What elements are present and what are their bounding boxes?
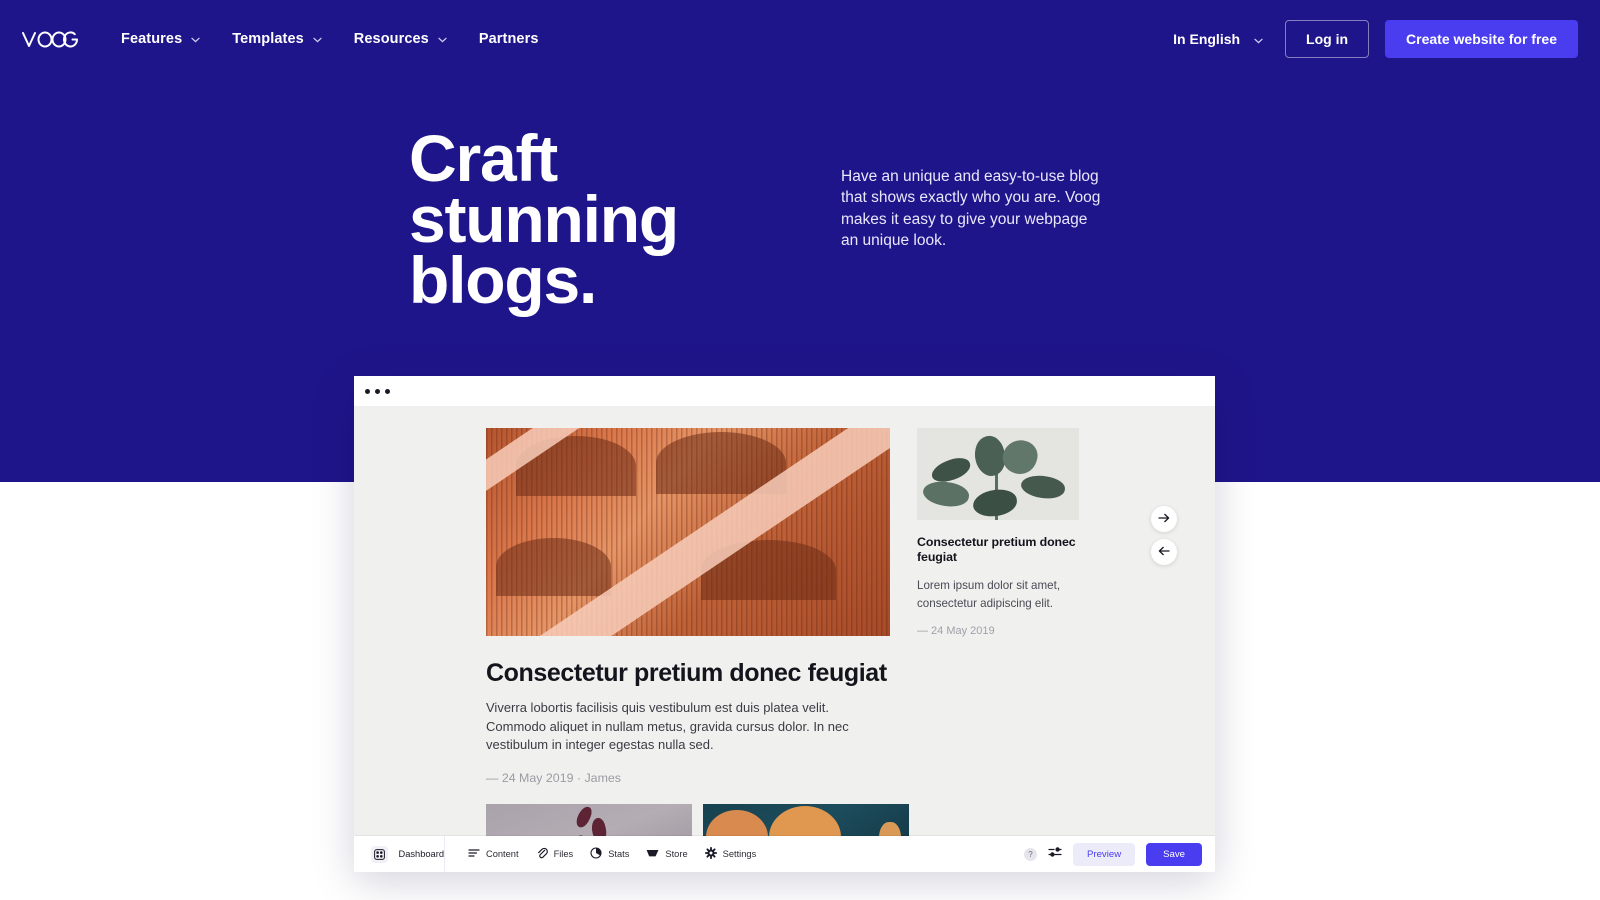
- decorative-arch: [496, 538, 611, 596]
- lines-content-icon: [468, 848, 480, 860]
- chevron-down-icon: [438, 30, 447, 48]
- toolbar-item-content[interactable]: Content: [468, 848, 519, 860]
- featured-post-meta: — 24 May 2019 · James: [486, 770, 621, 785]
- nav-item-partners[interactable]: Partners: [463, 31, 555, 47]
- admin-tool-items: Content Files Stats Store Settings: [445, 847, 756, 861]
- nav-item-features[interactable]: Features: [105, 30, 216, 48]
- nav-item-label: Partners: [478, 31, 539, 47]
- language-selector-label: In English: [1173, 31, 1241, 47]
- nav-item-label: Resources: [353, 31, 429, 47]
- nav-item-templates[interactable]: Templates: [216, 30, 338, 48]
- toolbar-item-settings[interactable]: Settings: [704, 847, 757, 861]
- nav-item-label: Templates: [232, 31, 304, 47]
- arrow-right-icon: [1158, 510, 1170, 528]
- gear-settings-icon: [704, 847, 717, 861]
- admin-toolbar: Dashboard Content Files Stats Store Sett…: [354, 836, 1215, 872]
- preview-button[interactable]: Preview: [1073, 842, 1136, 866]
- save-button[interactable]: Save: [1146, 842, 1202, 866]
- plant-leaf: [998, 435, 1042, 479]
- nav-item-resources[interactable]: Resources: [338, 30, 463, 48]
- toolbar-item-label: Store: [665, 849, 688, 859]
- sidebar-post-title: Consectetur pretium donec feugiat: [917, 535, 1076, 564]
- toolbar-item-label: Files: [553, 849, 574, 859]
- chevron-down-icon: [191, 30, 200, 48]
- login-button[interactable]: Log in: [1285, 20, 1370, 58]
- plant-leaf: [921, 478, 971, 510]
- featured-post-image: [486, 428, 890, 636]
- featured-post-excerpt: Viverra lobortis facilisis quis vestibul…: [486, 700, 849, 753]
- hero-headline: Craft stunning blogs.: [409, 121, 679, 317]
- hero-subtitle: Have an unique and easy-to-use blog that…: [841, 168, 1101, 250]
- chevron-down-icon: [313, 30, 322, 48]
- question-mark-icon[interactable]: ?: [1024, 847, 1037, 861]
- featured-post[interactable]: Consectetur pretium donec feugiat Viverr…: [486, 428, 890, 785]
- featured-post-title: Consectetur pretium donec feugiat: [486, 659, 887, 687]
- blog-preview-canvas: Consectetur pretium donec feugiat Viverr…: [354, 406, 1215, 871]
- create-website-button[interactable]: Create website for free: [1385, 20, 1578, 58]
- plant-leaf: [971, 487, 1019, 519]
- nav-right-actions: In English Log in Create website for fre…: [1173, 20, 1600, 58]
- window-dot-icon: [385, 388, 390, 394]
- toolbar-item-label: Settings: [722, 849, 757, 859]
- plant-leaf: [1019, 472, 1067, 502]
- carousel-prev-button[interactable]: [1151, 539, 1177, 565]
- voog-wordmark-icon: [22, 31, 78, 47]
- admin-right-actions: ? Preview Save: [1024, 842, 1215, 866]
- toolbar-item-label: Stats: [608, 849, 630, 859]
- cart-store-icon: [646, 848, 659, 861]
- dashboard-button[interactable]: Dashboard: [354, 836, 445, 872]
- toolbar-item-label: Content: [486, 849, 519, 859]
- chevron-down-icon: [1254, 31, 1263, 47]
- window-dot-icon: [375, 388, 380, 394]
- browser-mockup-window: Consectetur pretium donec feugiat Viverr…: [354, 376, 1215, 871]
- top-navigation-bar: Features Templates Resources Partners In…: [0, 0, 1600, 78]
- browser-title-bar: [354, 376, 1215, 406]
- toolbar-item-store[interactable]: Store: [646, 848, 688, 861]
- dashboard-label: Dashboard: [398, 849, 444, 859]
- sidebar-post-excerpt: Lorem ipsum dolor sit amet, consectetur …: [917, 579, 1061, 610]
- paperclip-files-icon: [536, 847, 548, 861]
- sidebar-post-meta: — 24 May 2019: [917, 625, 995, 637]
- pie-stats-icon: [590, 847, 602, 861]
- window-dot-icon: [365, 388, 370, 394]
- carousel-next-button[interactable]: [1151, 506, 1177, 532]
- voog-logo[interactable]: [22, 28, 79, 50]
- grid-dashboard-icon: [371, 845, 388, 863]
- sliders-toggle-icon[interactable]: [1048, 845, 1062, 863]
- language-selector[interactable]: In English: [1173, 31, 1263, 47]
- sidebar-post[interactable]: Consectetur pretium donec feugiat Lorem …: [917, 428, 1079, 637]
- toolbar-item-stats[interactable]: Stats: [590, 847, 629, 861]
- toolbar-item-files[interactable]: Files: [536, 847, 574, 861]
- arrow-left-icon: [1158, 543, 1170, 561]
- sidebar-post-image: [917, 428, 1079, 520]
- primary-nav-links: Features Templates Resources Partners: [105, 30, 555, 48]
- nav-item-label: Features: [121, 31, 183, 47]
